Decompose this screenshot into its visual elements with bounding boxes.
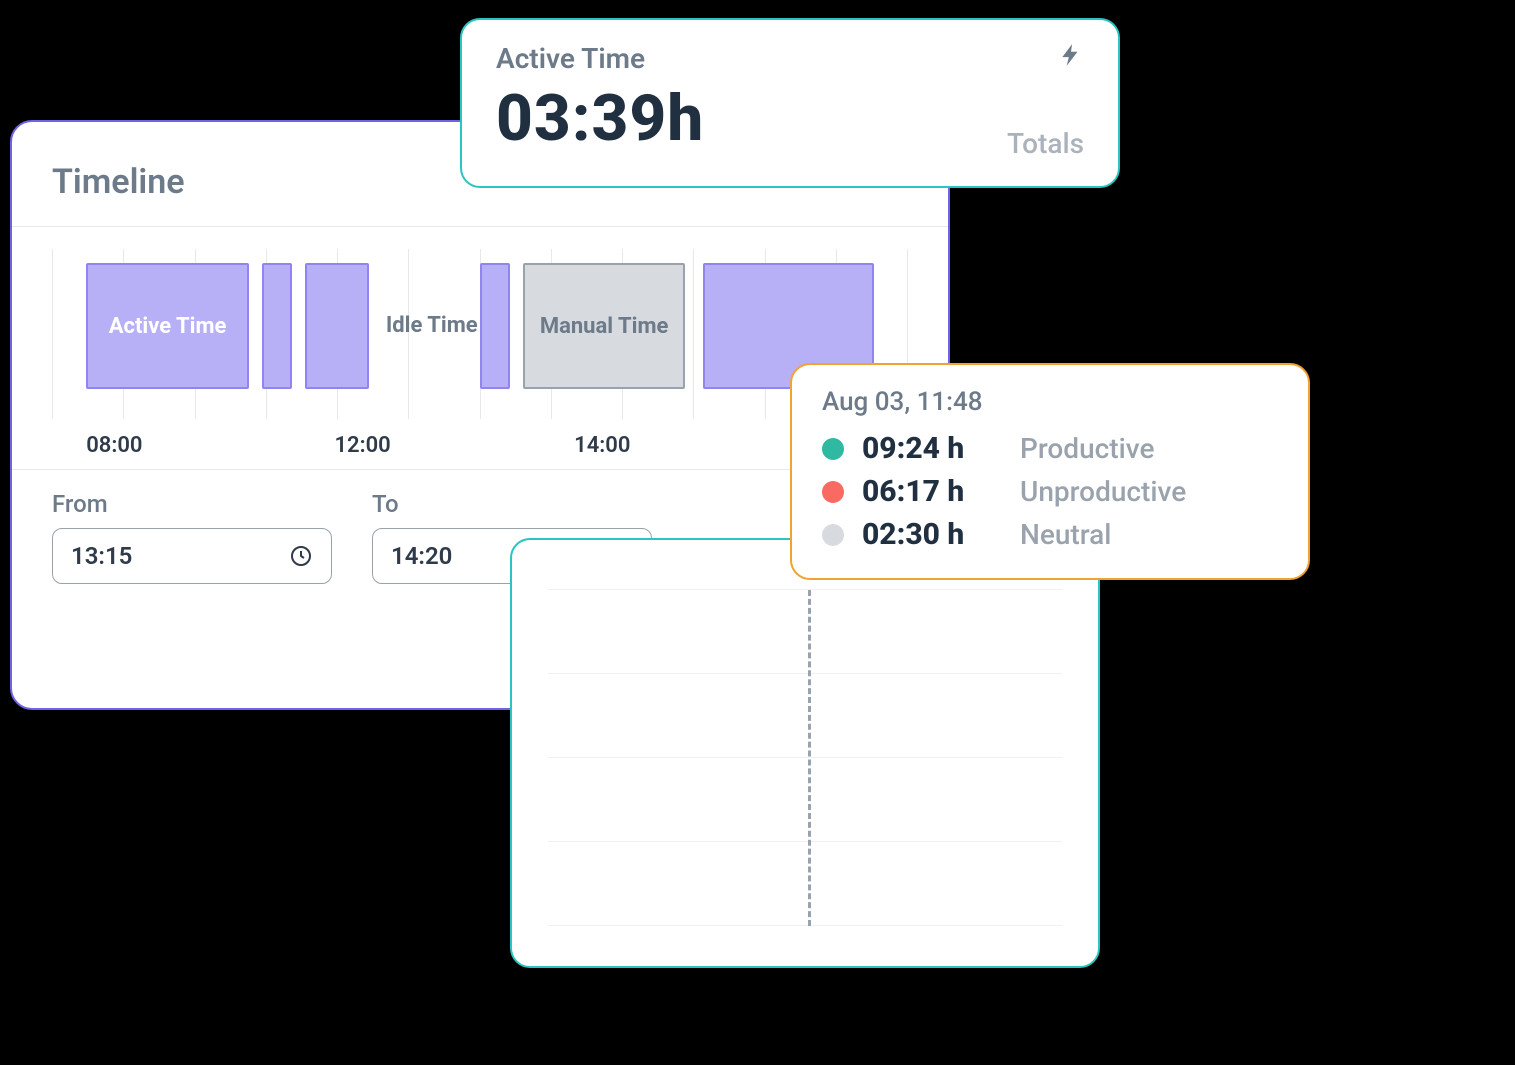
tooltip-hours: 09:24 h bbox=[862, 431, 1002, 466]
chart-area[interactable] bbox=[548, 590, 1062, 926]
block-label: Manual Time bbox=[540, 314, 669, 339]
from-input[interactable]: 13:15 bbox=[52, 528, 332, 584]
to-value: 14:20 bbox=[391, 542, 452, 570]
totals-label[interactable]: Totals bbox=[1007, 127, 1084, 160]
active-time-value: 03:39h bbox=[496, 81, 704, 156]
dot-icon bbox=[822, 481, 844, 503]
divider bbox=[12, 226, 948, 227]
block-label: Active Time bbox=[109, 314, 227, 339]
tooltip-row-unproductive: 06:17 h Unproductive bbox=[822, 470, 1278, 513]
dot-icon bbox=[822, 438, 844, 460]
productivity-chart-card bbox=[510, 538, 1100, 968]
tooltip-row-neutral: 02:30 h Neutral bbox=[822, 513, 1278, 556]
active-time-label: Active Time bbox=[496, 42, 704, 75]
from-field: From 13:15 bbox=[52, 490, 332, 584]
tooltip-label: Unproductive bbox=[1020, 475, 1186, 508]
tooltip-date: Aug 03, 11:48 bbox=[822, 387, 1278, 417]
timeline-block-active[interactable]: Active Time bbox=[86, 263, 249, 389]
from-value: 13:15 bbox=[71, 542, 132, 570]
tooltip-label: Productive bbox=[1020, 432, 1154, 465]
chart-bars bbox=[548, 590, 1062, 926]
dot-icon bbox=[822, 524, 844, 546]
timeline-block[interactable] bbox=[480, 263, 510, 389]
tooltip-label: Neutral bbox=[1020, 518, 1111, 551]
from-label: From bbox=[52, 490, 332, 518]
chart-tooltip-card: Aug 03, 11:48 09:24 h Productive 06:17 h… bbox=[790, 363, 1310, 580]
timeline-block[interactable] bbox=[305, 263, 369, 389]
time-tick: 14:00 bbox=[574, 433, 630, 458]
idle-time-label: Idle Time bbox=[386, 313, 478, 338]
to-label: To bbox=[372, 490, 652, 518]
timeline-block[interactable] bbox=[262, 263, 292, 389]
timeline-block-manual[interactable]: Manual Time bbox=[523, 263, 686, 389]
bolt-icon bbox=[1058, 42, 1084, 68]
timeline-blocks: Active Time Idle Time Manual Time bbox=[52, 263, 908, 389]
tooltip-row-productive: 09:24 h Productive bbox=[822, 427, 1278, 470]
time-tick: 12:00 bbox=[334, 433, 390, 458]
tooltip-hours: 06:17 h bbox=[862, 474, 1002, 509]
tooltip-hours: 02:30 h bbox=[862, 517, 1002, 552]
timeline-x-axis: 08:00 12:00 14:00 bbox=[52, 433, 908, 463]
active-time-card: Active Time 03:39h Totals bbox=[460, 18, 1120, 188]
clock-icon bbox=[289, 544, 313, 568]
timeline-track[interactable]: Active Time Idle Time Manual Time 08:00 … bbox=[52, 239, 908, 469]
time-tick: 08:00 bbox=[86, 433, 142, 458]
